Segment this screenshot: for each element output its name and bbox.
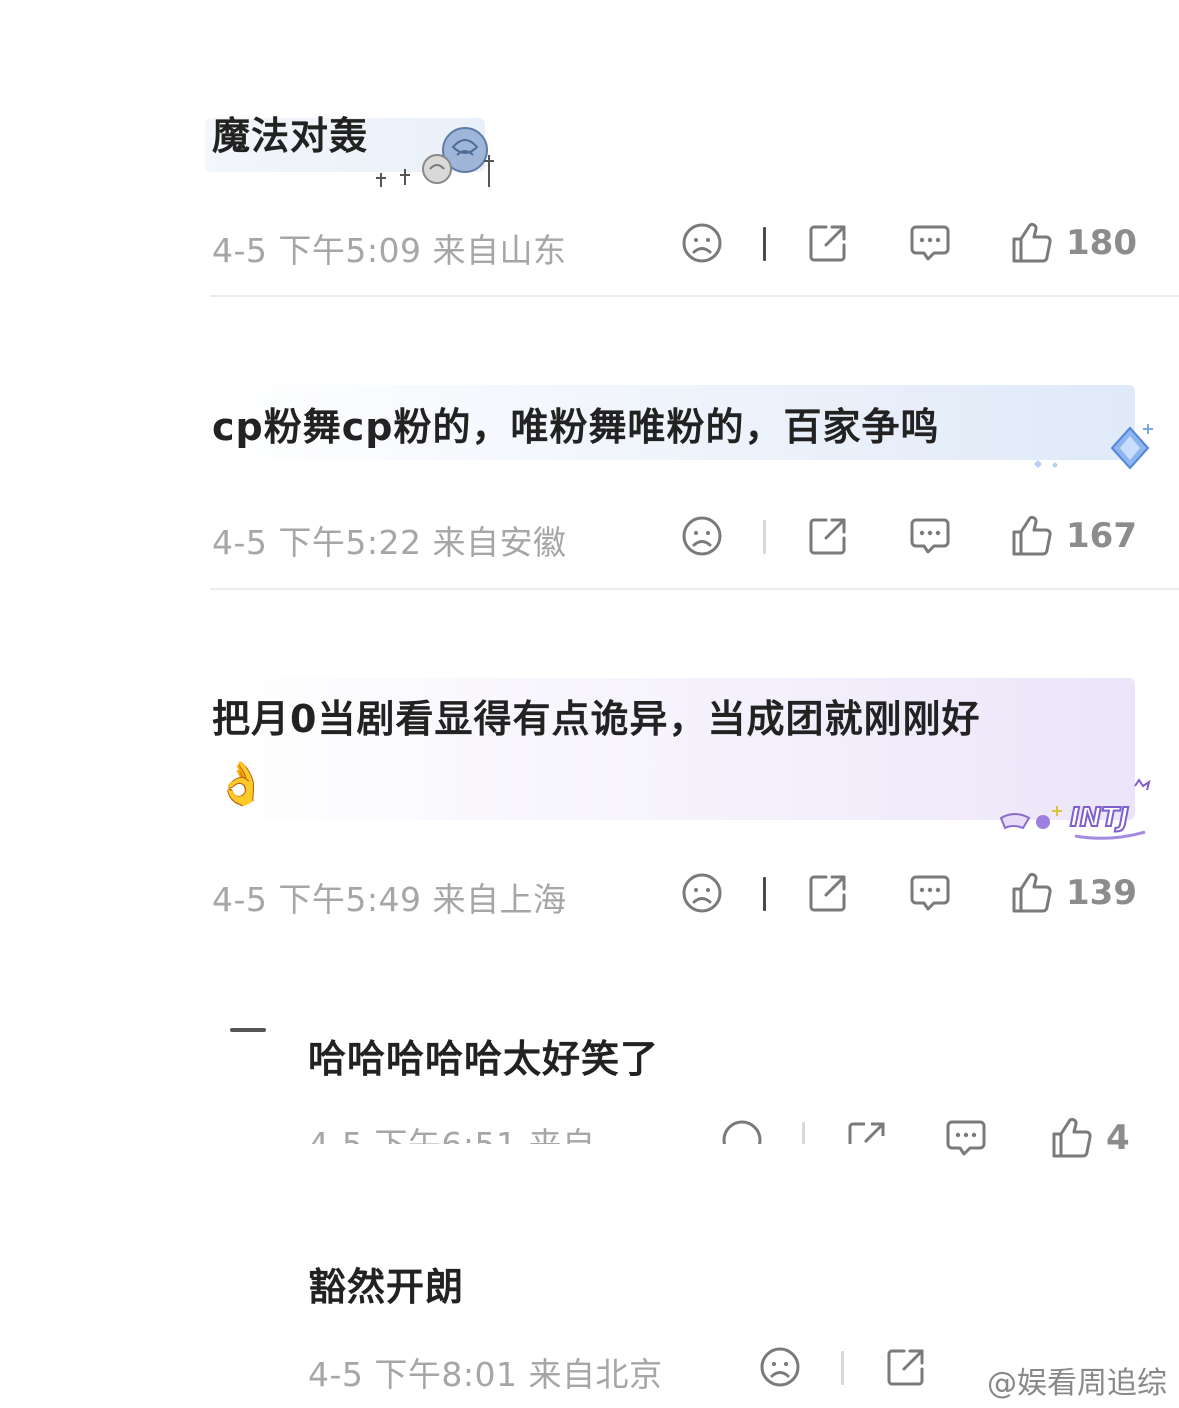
share-button[interactable]	[884, 1345, 928, 1389]
comment-text: 豁然开朗	[308, 1265, 465, 1309]
sad-face-icon	[760, 1347, 800, 1387]
comment-actions	[758, 1345, 1018, 1395]
dislike-button[interactable]	[758, 1345, 802, 1389]
action-separator	[841, 1351, 844, 1385]
comment-meta: 4-5 下午8:01 来自北京	[308, 1355, 663, 1394]
share-icon	[887, 1349, 924, 1386]
watermark: @娱看周追综	[987, 1366, 1167, 1401]
reply-item: 豁然开朗 4-5 下午8:01 来自北京	[0, 0, 1179, 1408]
